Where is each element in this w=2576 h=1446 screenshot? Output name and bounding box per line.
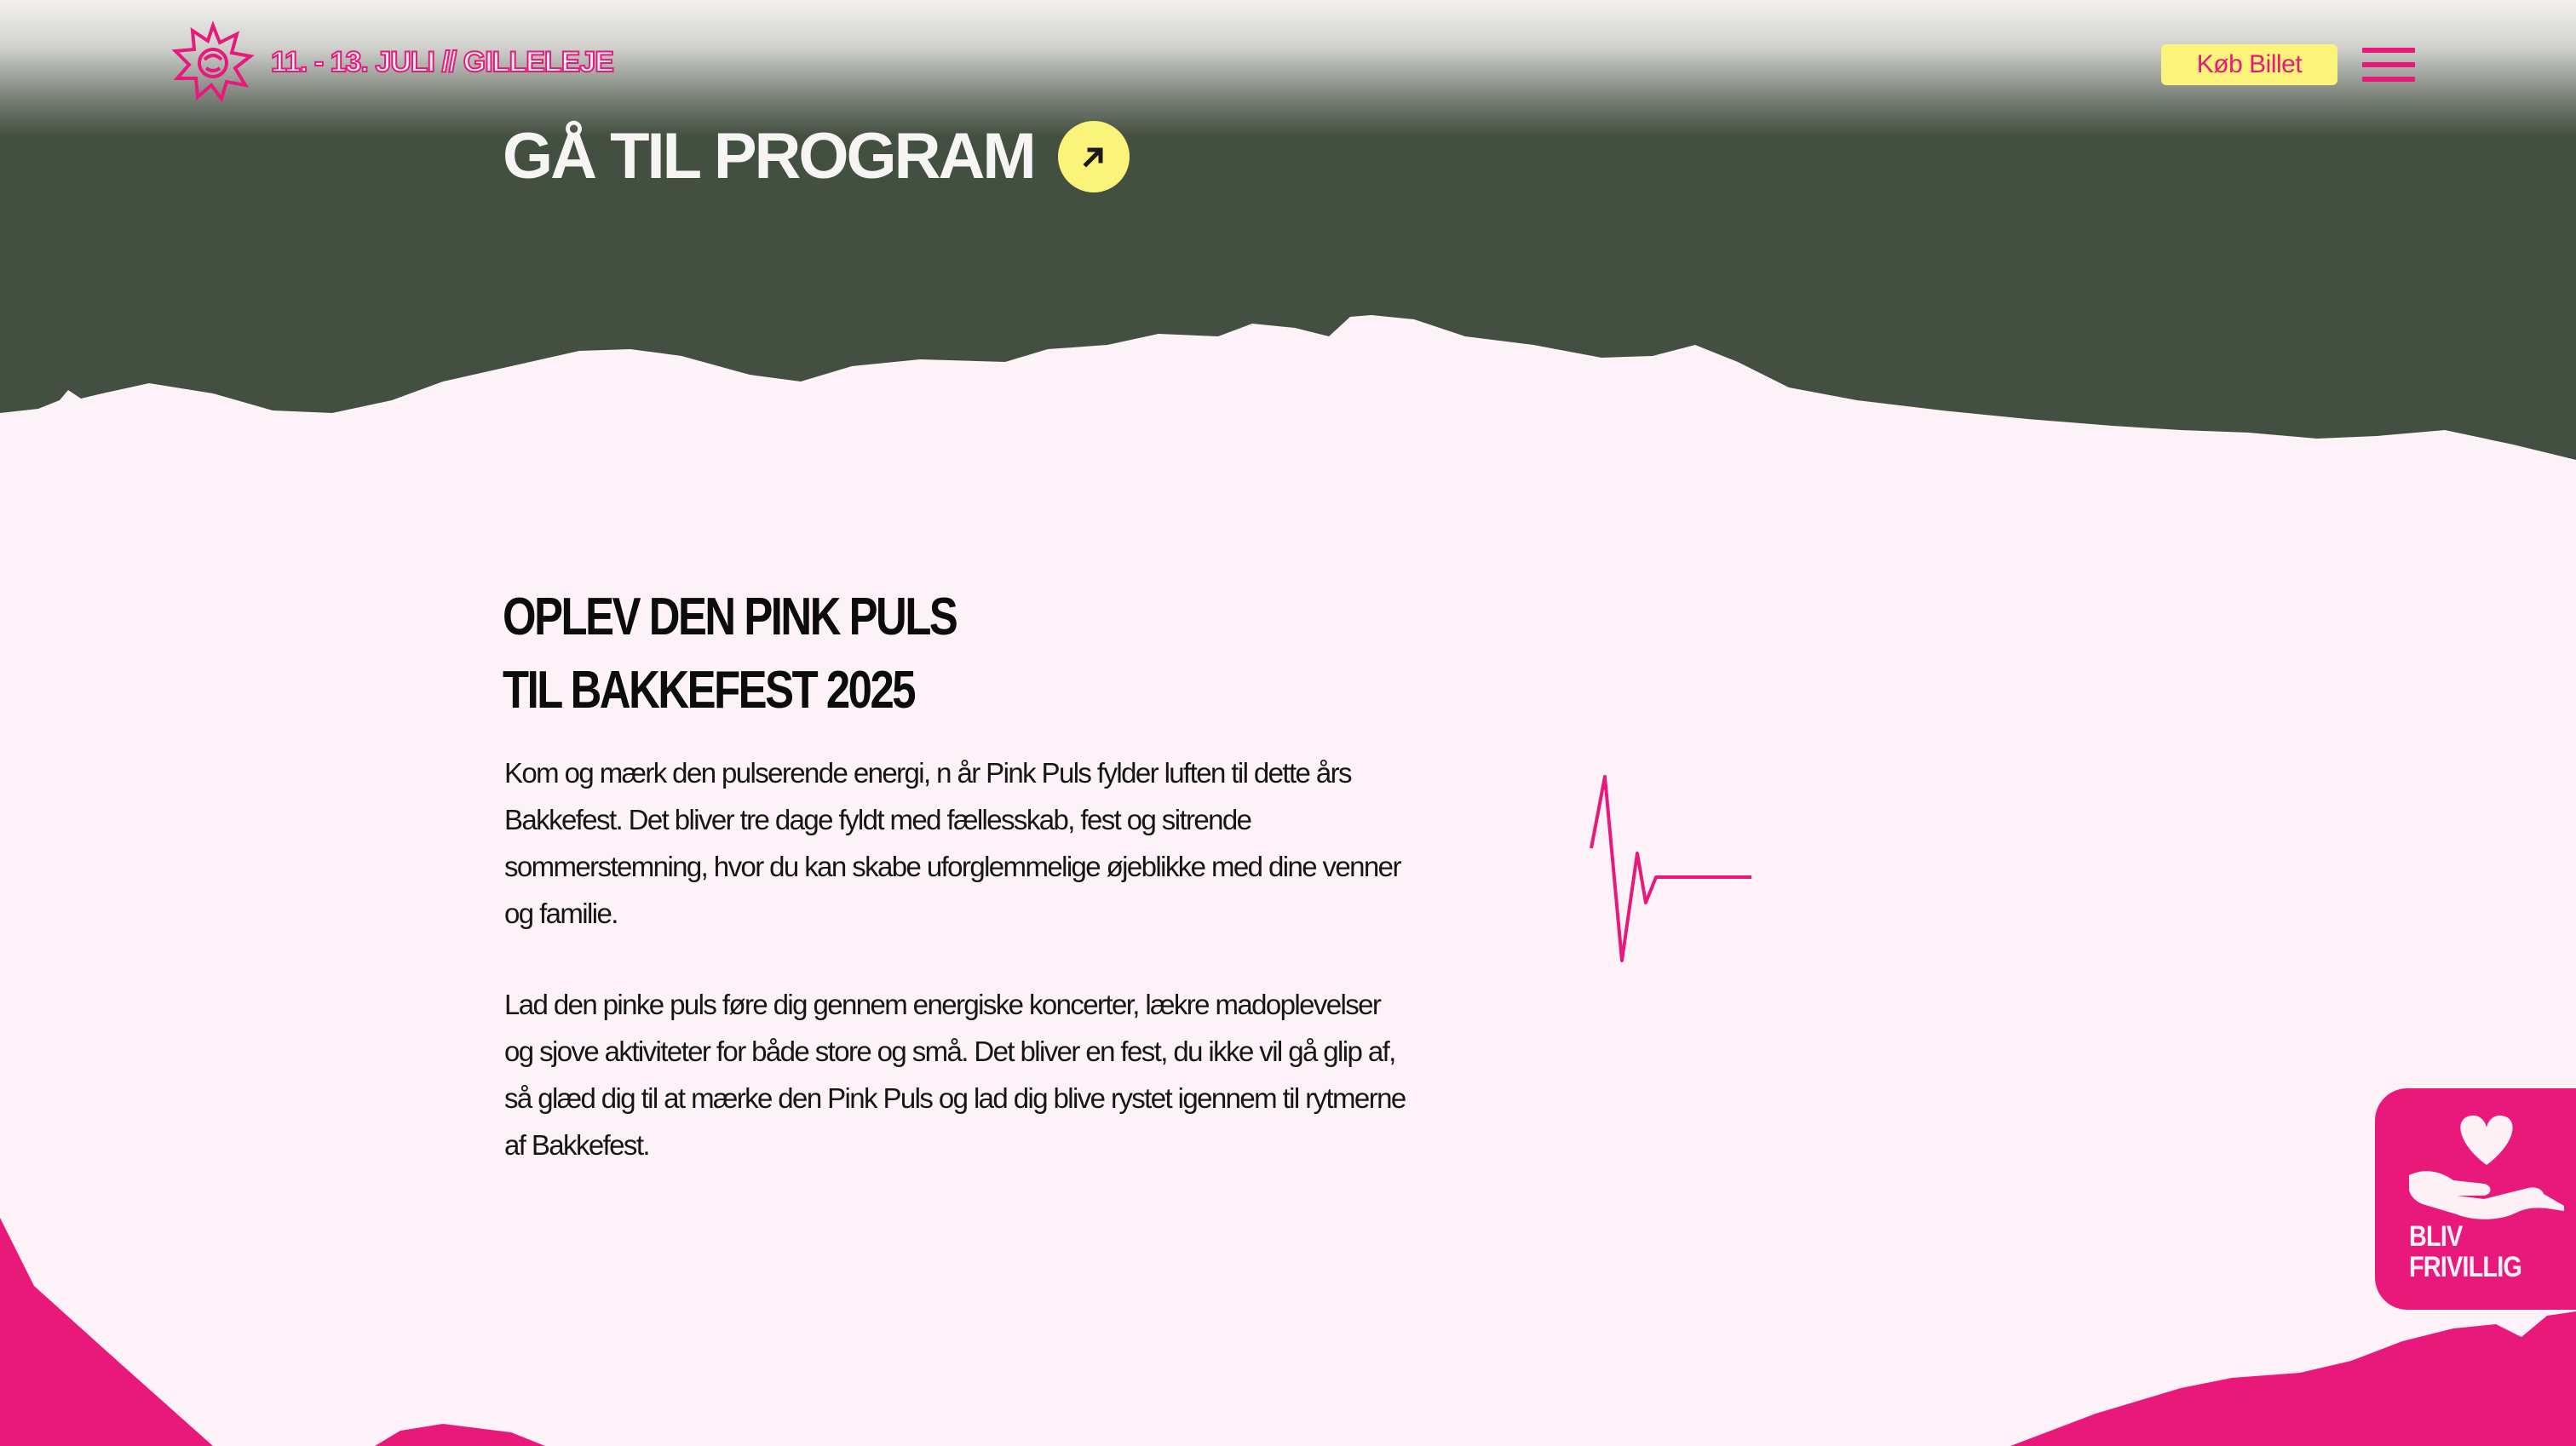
- pink-hill-right: [2010, 1311, 2576, 1446]
- buy-ticket-button[interactable]: Køb Billet: [2161, 44, 2337, 85]
- program-link-label: GÅ TIL PROGRAM: [503, 120, 1037, 192]
- festival-dates: 11. - 13. JULI // GILLELEJE: [270, 45, 615, 79]
- arrow-up-right-icon: [1083, 146, 1103, 168]
- volunteer-label: BLIV FRIVILLIG: [2409, 1220, 2522, 1283]
- detail-paragraph: Lad den pinke puls føre dig gennem energ…: [504, 989, 1406, 1161]
- hamburger-menu-icon[interactable]: [2362, 48, 2415, 82]
- volunteer-label-line-2: FRIVILLIG: [2409, 1251, 2522, 1283]
- become-volunteer-button[interactable]: BLIV FRIVILLIG: [2375, 1088, 2576, 1310]
- heart-in-hand-icon: [2409, 1115, 2564, 1219]
- volunteer-label-line-1: BLIV: [2409, 1220, 2463, 1253]
- intro-paragraph: Kom og mærk den pulserende energi, n år …: [504, 757, 1401, 929]
- go-to-program-link[interactable]: GÅ TIL PROGRAM: [503, 119, 1130, 193]
- background-shapes: [0, 0, 2576, 1446]
- arrow-circle-button[interactable]: [1057, 120, 1130, 192]
- page-heading: OPLEV DEN PINK PULS TIL BAKKEFEST 2025: [503, 581, 958, 727]
- heading-line-2: TIL BAKKEFEST 2025: [503, 661, 917, 720]
- pink-hill-left: [0, 1218, 213, 1446]
- pink-hill-center: [375, 1424, 545, 1446]
- heading-line-1: OPLEV DEN PINK PULS: [503, 588, 958, 646]
- flower-sun-logo-icon[interactable]: [170, 19, 256, 104]
- site-header: 11. - 13. JULI // GILLELEJE Køb Billet: [0, 0, 2576, 136]
- heartbeat-pulse-icon: [1590, 775, 1751, 962]
